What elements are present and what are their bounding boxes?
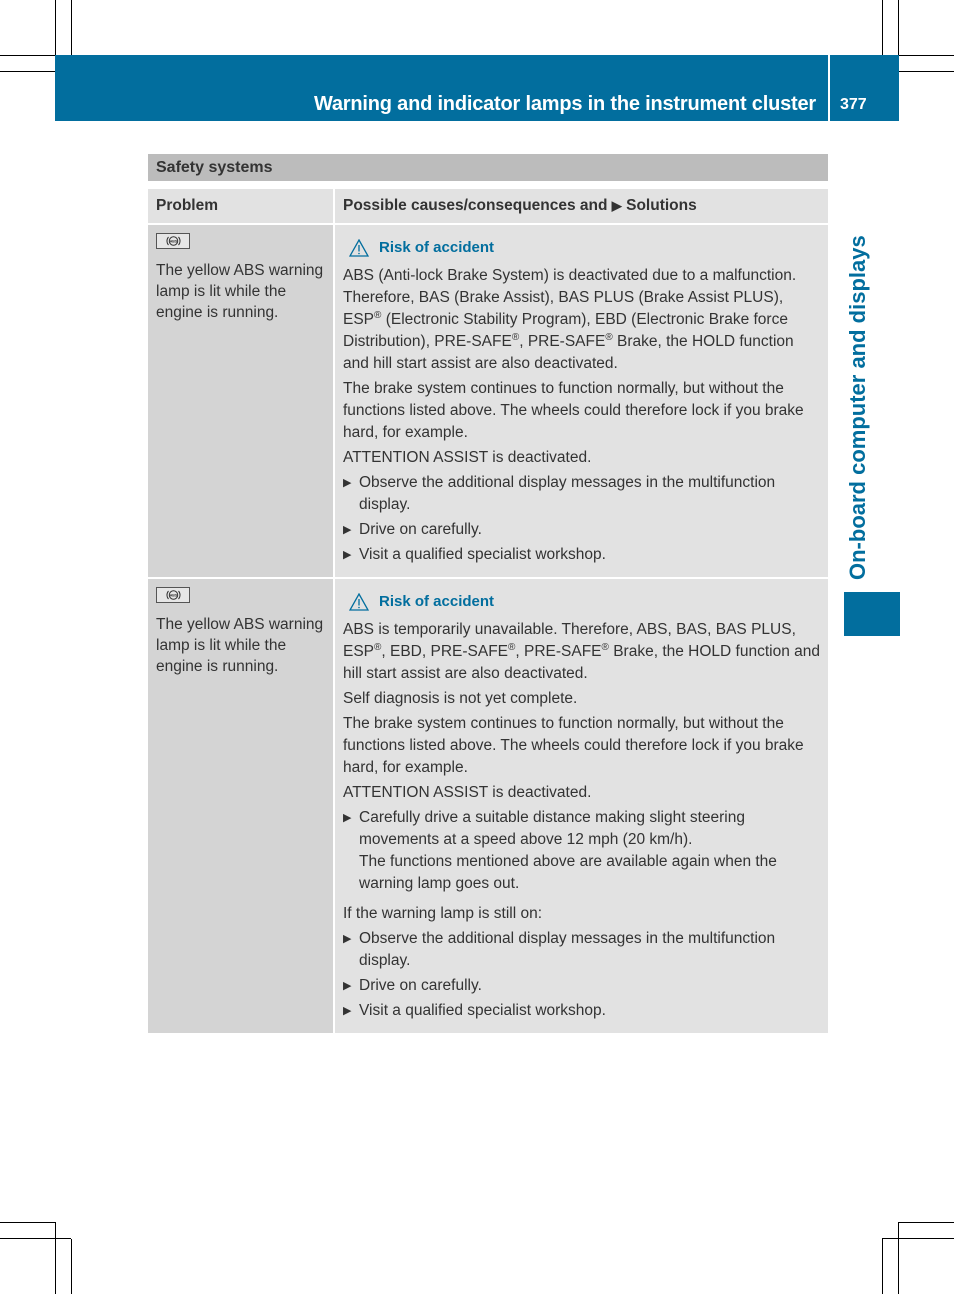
step-item: ▶ Drive on carefully.: [343, 519, 821, 541]
crop-mark: [71, 0, 72, 55]
solutions-cell: Risk of accident ABS (Anti-lock Brake Sy…: [334, 224, 828, 579]
paragraph: The brake system continues to function n…: [343, 380, 804, 441]
paragraph: ABS is temporarily unavailable. Therefor…: [343, 621, 820, 682]
table-row: ABS The yellow ABS warning lamp is lit w…: [148, 578, 828, 1033]
warning-heading: Risk of accident: [349, 237, 821, 259]
column-header-problem: Problem: [148, 189, 335, 225]
step-arrow-icon: ▶: [343, 549, 352, 561]
side-tab-label: On-board computer and displays: [845, 235, 870, 580]
warning-heading: Risk of accident: [349, 591, 821, 613]
step-arrow-icon: ▶: [343, 1005, 352, 1017]
crop-mark: [0, 1238, 71, 1239]
page-number-box: 377: [830, 55, 899, 121]
paragraph: ATTENTION ASSIST is deactivated.: [343, 449, 592, 466]
step-item: ▶ Drive on carefully.: [343, 975, 821, 997]
step-text: Drive on carefully.: [359, 521, 482, 538]
svg-text:ABS: ABS: [170, 594, 178, 598]
crop-mark: [882, 0, 883, 55]
step-note: The functions mentioned above are availa…: [359, 853, 777, 892]
paragraph: Self diagnosis is not yet complete.: [343, 690, 578, 707]
safety-systems-table: Problem Possible causes/consequences and…: [148, 189, 828, 1033]
crop-mark: [71, 1239, 72, 1294]
warning-title: Risk of accident: [379, 593, 495, 610]
paragraph: ABS (Anti-lock Brake System) is deactiva…: [343, 267, 797, 372]
warning-triangle-icon: [349, 593, 369, 611]
paragraph: The brake system continues to function n…: [343, 715, 804, 776]
crop-mark: [898, 0, 899, 55]
chapter-title: Warning and indicator lamps in the instr…: [313, 93, 816, 115]
step-item: ▶ Observe the additional display messages…: [343, 928, 821, 972]
problem-text: The yellow ABS warning lamp is lit while…: [156, 262, 324, 321]
step-arrow-icon: ▶: [343, 524, 352, 536]
column-header-solutions-prefix: Possible causes/consequences and: [343, 197, 608, 214]
step-arrow-icon: ▶: [343, 812, 352, 824]
column-header-solutions: Possible causes/consequences and ▶ Solut…: [334, 189, 828, 225]
problem-cell: ABS The yellow ABS warning lamp is lit w…: [148, 224, 335, 579]
step-text: Visit a qualified specialist workshop.: [359, 546, 606, 563]
paragraph: ATTENTION ASSIST is deactivated.: [343, 784, 592, 801]
warning-triangle-icon: [349, 239, 369, 257]
step-arrow-icon: ▶: [343, 933, 352, 945]
step-item: ▶ Visit a qualified specialist workshop.: [343, 1000, 821, 1022]
condition-text: If the warning lamp is still on:: [343, 905, 543, 922]
problem-text: The yellow ABS warning lamp is lit while…: [156, 616, 324, 675]
step-text: Observe the additional display messages …: [359, 930, 776, 969]
page-header: Warning and indicator lamps in the instr…: [55, 55, 828, 121]
step-item: ▶ Carefully drive a suitable distance ma…: [343, 807, 821, 895]
crop-mark: [0, 71, 55, 72]
crop-mark: [55, 1222, 56, 1294]
solutions-arrow-icon: ▶: [611, 198, 622, 213]
warning-title: Risk of accident: [379, 239, 495, 256]
step-item: ▶ Visit a qualified specialist workshop.: [343, 544, 821, 566]
table-row: ABS The yellow ABS warning lamp is lit w…: [148, 224, 828, 579]
step-text: Carefully drive a suitable distance maki…: [359, 809, 745, 848]
step-text: Visit a qualified specialist workshop.: [359, 1002, 606, 1019]
section-title: Safety systems: [148, 154, 828, 181]
crop-mark: [899, 71, 954, 72]
column-header-solutions-suffix: Solutions: [626, 197, 697, 214]
problem-cell: ABS The yellow ABS warning lamp is lit w…: [148, 578, 335, 1033]
abs-warning-lamp-icon: ABS: [156, 233, 190, 249]
crop-mark: [55, 0, 56, 55]
step-arrow-icon: ▶: [343, 477, 352, 489]
svg-text:ABS: ABS: [170, 240, 178, 244]
crop-mark: [899, 55, 954, 56]
step-item: ▶ Observe the additional display messages…: [343, 472, 821, 516]
crop-mark: [882, 1238, 954, 1239]
crop-mark: [0, 1222, 55, 1223]
crop-mark: [0, 55, 55, 56]
side-tab-marker: [844, 592, 900, 636]
abs-warning-lamp-icon: ABS: [156, 587, 190, 603]
step-text: Drive on carefully.: [359, 977, 482, 994]
step-arrow-icon: ▶: [343, 980, 352, 992]
step-text: Observe the additional display messages …: [359, 474, 776, 513]
page-number: 377: [840, 96, 867, 113]
crop-mark: [898, 1222, 899, 1294]
crop-mark: [899, 1222, 954, 1223]
crop-mark: [882, 1239, 883, 1294]
solutions-cell: Risk of accident ABS is temporarily unav…: [334, 578, 828, 1033]
